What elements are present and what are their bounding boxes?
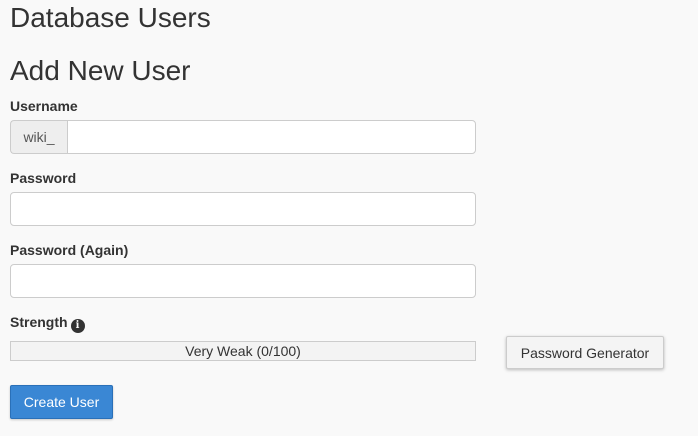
username-input-group: wiki_ bbox=[10, 120, 476, 154]
add-database-user-page: Database Users Add New User Username wik… bbox=[0, 0, 698, 436]
strength-text: Very Weak (0/100) bbox=[185, 343, 301, 359]
info-circle-icon[interactable]: i bbox=[70, 319, 85, 333]
strength-label-row: Strength i bbox=[10, 313, 85, 333]
password-label: Password bbox=[10, 170, 77, 186]
password-generator-button[interactable]: Password Generator bbox=[506, 336, 664, 369]
strength-label: Strength bbox=[10, 314, 68, 330]
password-again-label: Password (Again) bbox=[10, 242, 129, 258]
password-again-input[interactable] bbox=[10, 264, 476, 298]
username-label: Username bbox=[10, 98, 78, 114]
password-input[interactable] bbox=[10, 192, 476, 226]
username-input[interactable] bbox=[67, 120, 476, 154]
password-strength-meter: Very Weak (0/100) bbox=[10, 341, 476, 361]
page-title: Database Users bbox=[10, 2, 211, 33]
username-prefix: wiki_ bbox=[10, 120, 67, 154]
section-title: Add New User bbox=[10, 55, 191, 86]
create-user-button[interactable]: Create User bbox=[10, 385, 113, 419]
